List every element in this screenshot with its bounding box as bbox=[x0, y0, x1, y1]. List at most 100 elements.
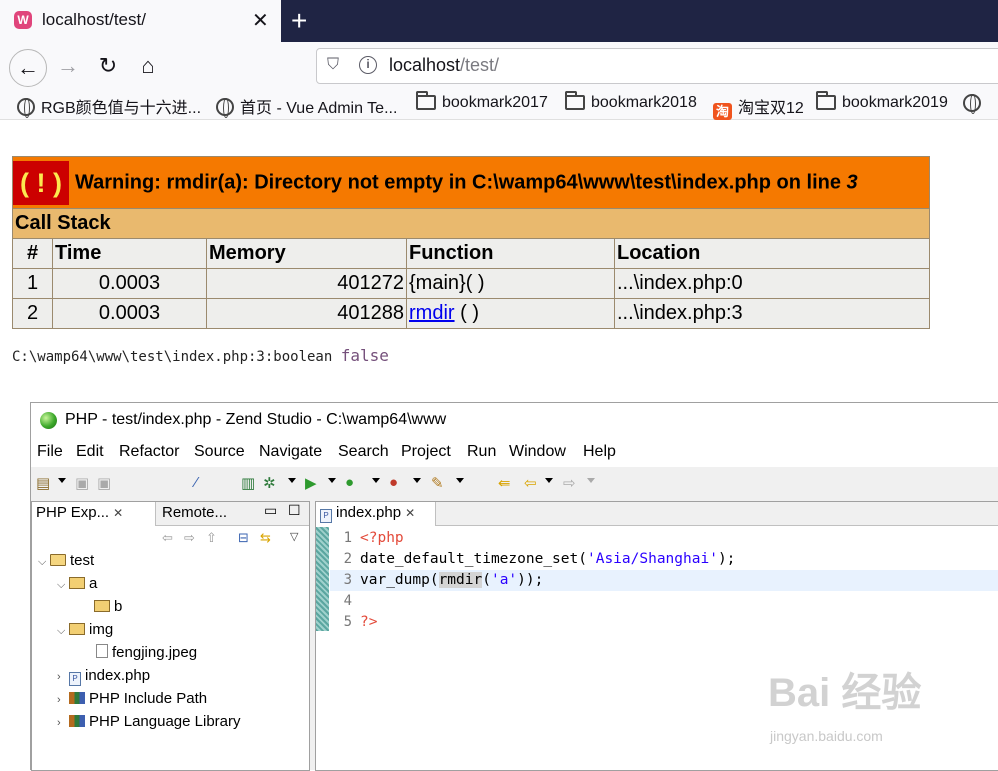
reload-icon[interactable]: ↻ bbox=[92, 50, 124, 82]
code-punct: ( bbox=[482, 572, 491, 588]
ide-menu-bar: File Edit Refactor Source Navigate Searc… bbox=[31, 437, 998, 467]
bookmark-item[interactable]: RGB颜色值与十六进... bbox=[17, 94, 201, 118]
bookmark-item[interactable]: 首页 - Vue Admin Te... bbox=[216, 94, 397, 118]
rmdir-doc-link[interactable]: rmdir bbox=[409, 302, 455, 324]
info-icon[interactable]: i bbox=[359, 56, 377, 74]
menu-help[interactable]: Help bbox=[583, 443, 616, 461]
library-toolbar-icon[interactable]: ▥ bbox=[241, 474, 255, 492]
tab-title: localhost/test/ bbox=[42, 10, 146, 29]
ide-title-bar: PHP - test/index.php - Zend Studio - C:\… bbox=[31, 403, 998, 437]
chevron-down-icon[interactable] bbox=[413, 478, 421, 483]
bookmark-overflow[interactable] bbox=[963, 94, 987, 116]
line-number: 2 bbox=[343, 551, 352, 567]
forward-arrow-icon[interactable]: → bbox=[52, 50, 84, 82]
menu-window[interactable]: Window bbox=[509, 443, 566, 461]
new-tab-plus-icon[interactable]: + bbox=[291, 5, 307, 37]
code-line: <?php bbox=[360, 528, 735, 549]
chevron-right-icon[interactable]: › bbox=[57, 671, 69, 683]
code-text-area[interactable]: <?php date_default_timezone_set('Asia/Sha… bbox=[360, 528, 735, 633]
warning-line-number: 3 bbox=[846, 170, 858, 193]
save-all-icon[interactable]: ▣ bbox=[97, 474, 111, 492]
debug-bug-icon[interactable]: ✲ bbox=[263, 474, 276, 492]
code-line: ?> bbox=[360, 612, 735, 633]
chevron-right-icon[interactable]: › bbox=[57, 694, 69, 706]
tree-item-library[interactable]: › PHP Language Library bbox=[57, 713, 241, 730]
view-menu-icon[interactable]: ▽ bbox=[290, 530, 298, 543]
menu-project[interactable]: Project bbox=[401, 443, 451, 461]
close-icon[interactable]: ✕ bbox=[405, 506, 415, 520]
menu-navigate[interactable]: Navigate bbox=[259, 443, 322, 461]
explorer-toolbar: ⇦ ⇨ ⇧ ⊟ ⇆ ▽ bbox=[32, 527, 309, 551]
back-icon[interactable]: ⇦ bbox=[162, 530, 173, 546]
var-dump-location: C:\wamp64\www\test\index.php:3:boolean bbox=[12, 349, 333, 365]
new-file-icon[interactable]: ▤ bbox=[36, 474, 50, 492]
image-file-icon bbox=[96, 644, 108, 658]
chevron-down-icon[interactable]: ⌵ bbox=[57, 625, 69, 638]
tree-item-label: b bbox=[114, 598, 123, 615]
menu-edit[interactable]: Edit bbox=[76, 443, 104, 461]
tab-php-explorer[interactable]: PHP Exp... ✕ bbox=[32, 502, 156, 526]
tree-item-file[interactable]: › Pindex.php bbox=[57, 667, 150, 686]
address-bar[interactable]: ⛉ i localhost/test/ bbox=[316, 48, 998, 84]
tab-close-icon[interactable]: ✕ bbox=[252, 8, 269, 33]
forward-icon[interactable]: ⇨ bbox=[184, 530, 195, 546]
url-host: localhost bbox=[389, 55, 461, 75]
url-text[interactable]: localhost/test/ bbox=[389, 55, 499, 76]
folder-icon bbox=[565, 91, 585, 110]
maximize-icon[interactable]: ☐ bbox=[288, 502, 301, 519]
bookmark-folder[interactable]: bookmark2019 bbox=[816, 91, 948, 116]
chevron-down-icon[interactable] bbox=[456, 478, 464, 483]
code-editor-panel: Pindex.php ✕ 1 2 3 4 5 <?php date_default_… bbox=[315, 501, 998, 771]
up-icon[interactable]: ⇧ bbox=[206, 530, 217, 546]
run-icon[interactable]: ▶ bbox=[305, 474, 317, 492]
call-stack-title: Call Stack bbox=[12, 208, 930, 239]
tree-item-library[interactable]: › PHP Include Path bbox=[57, 690, 207, 707]
menu-run[interactable]: Run bbox=[467, 443, 496, 461]
run-config-icon[interactable]: ● bbox=[345, 474, 354, 491]
forward-nav-icon[interactable]: ⇨ bbox=[563, 474, 576, 492]
chevron-down-icon[interactable]: ⌵ bbox=[57, 579, 69, 592]
var-dump-output: C:\wamp64\www\test\index.php:3:boolean f… bbox=[12, 346, 389, 365]
tree-item-project[interactable]: ⌵ test bbox=[38, 552, 94, 569]
back-nav-icon[interactable]: ⇦ bbox=[524, 474, 537, 492]
tree-item-folder[interactable]: b bbox=[94, 598, 122, 615]
chevron-down-icon[interactable] bbox=[328, 478, 336, 483]
tree-item-folder[interactable]: ⌵ a bbox=[57, 575, 97, 592]
tab-remote[interactable]: Remote... bbox=[158, 502, 231, 526]
chevron-down-icon[interactable] bbox=[587, 478, 595, 483]
shield-icon[interactable]: ⛉ bbox=[327, 56, 339, 74]
tab-index-php[interactable]: Pindex.php ✕ bbox=[316, 502, 436, 526]
column-header-function: Function bbox=[406, 238, 615, 269]
bookmark-folder[interactable]: bookmark2017 bbox=[416, 91, 548, 116]
menu-file[interactable]: File bbox=[37, 443, 63, 461]
chevron-down-icon[interactable] bbox=[58, 478, 66, 483]
code-line: var_dump(rmdir('a')); bbox=[360, 570, 735, 591]
chevron-down-icon[interactable] bbox=[545, 478, 553, 483]
bookmark-item[interactable]: 淘淘宝双12 bbox=[713, 94, 804, 120]
browser-tab[interactable]: W localhost/test/ ✕ bbox=[0, 0, 281, 42]
minimize-icon[interactable]: ▭ bbox=[264, 502, 277, 519]
save-icon[interactable]: ▣ bbox=[75, 474, 89, 492]
menu-source[interactable]: Source bbox=[194, 443, 245, 461]
chevron-down-icon[interactable] bbox=[372, 478, 380, 483]
last-edit-icon[interactable]: ⇚ bbox=[498, 474, 511, 492]
link-editor-icon[interactable]: ⇆ bbox=[260, 530, 271, 546]
pin-icon[interactable]: ⁄ bbox=[195, 474, 198, 491]
close-icon[interactable]: ✕ bbox=[113, 506, 123, 520]
collapse-all-icon[interactable]: ⊟ bbox=[238, 530, 249, 546]
menu-search[interactable]: Search bbox=[338, 443, 389, 461]
stop-icon[interactable]: ● bbox=[389, 474, 398, 491]
tree-item-folder[interactable]: ⌵ img bbox=[57, 621, 113, 638]
table-row: 1 0.0003 401272 {main}( ) ...\index.php:… bbox=[12, 268, 930, 299]
back-arrow-icon[interactable]: ← bbox=[9, 49, 47, 87]
chevron-down-icon[interactable]: ⌵ bbox=[38, 556, 50, 569]
chevron-right-icon[interactable]: › bbox=[57, 717, 69, 729]
chevron-down-icon[interactable] bbox=[288, 478, 296, 483]
menu-refactor[interactable]: Refactor bbox=[119, 443, 179, 461]
php-open-tag: <?php bbox=[360, 530, 404, 546]
home-icon[interactable]: ⌂ bbox=[132, 50, 164, 82]
tree-item-file[interactable]: fengjing.jpeg bbox=[96, 644, 197, 661]
tools-icon[interactable]: ✎ bbox=[431, 474, 444, 492]
bookmark-folder[interactable]: bookmark2018 bbox=[565, 91, 697, 116]
